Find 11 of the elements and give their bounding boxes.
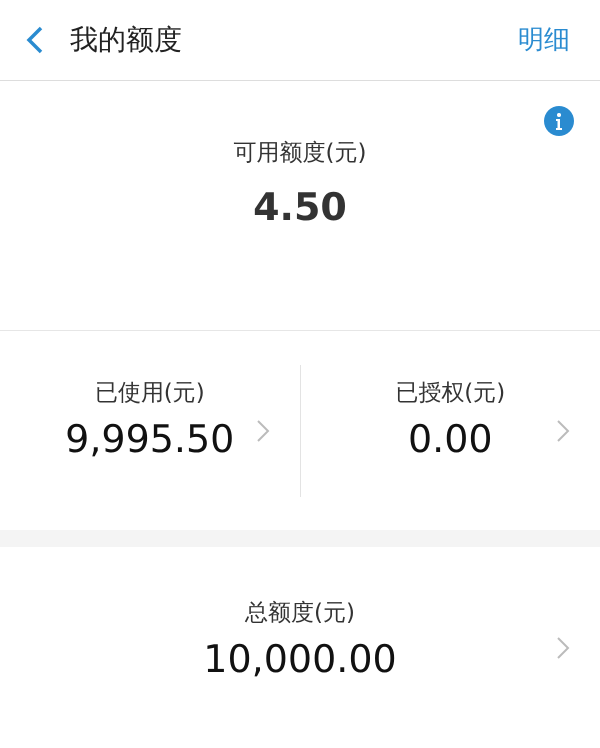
total-row[interactable]: 总额度(元) 10,000.00 (0, 547, 600, 748)
chevron-icon (556, 419, 570, 443)
stat-item[interactable]: 已授权(元) 0.00 (300, 331, 600, 530)
available-amount: 4.50 (253, 184, 347, 230)
chevron-icon (256, 419, 270, 443)
chevron-icon (556, 636, 570, 660)
available-label: 可用额度(元) (234, 139, 366, 168)
page-title: 我的额度 (70, 22, 182, 58)
stat-item[interactable]: 已使用(元) 9,995.50 (0, 331, 300, 530)
details-link[interactable]: 明细 (518, 20, 570, 60)
info-icon[interactable] (544, 106, 574, 136)
